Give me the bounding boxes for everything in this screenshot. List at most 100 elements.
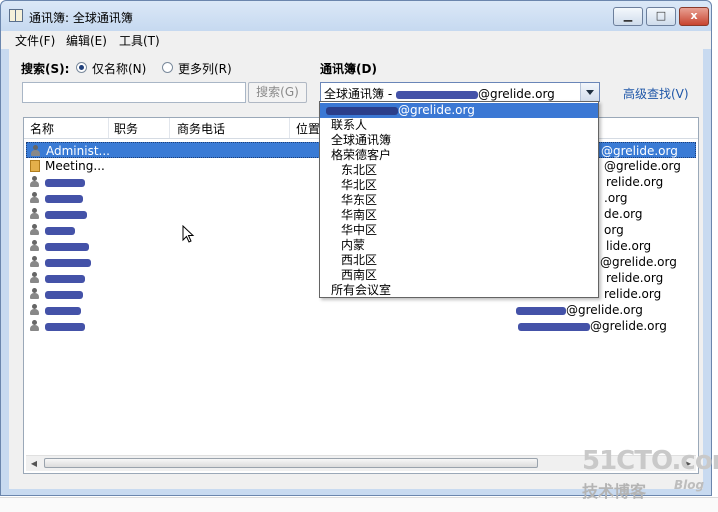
person-icon xyxy=(30,304,39,316)
chevron-down-icon[interactable] xyxy=(580,83,599,101)
dropdown-item-label: 西北区 xyxy=(341,253,378,267)
redacted-mark xyxy=(395,90,478,99)
dropdown-item[interactable]: 东北区 xyxy=(320,163,598,178)
dropdown-item[interactable]: 华北区 xyxy=(320,178,598,193)
person-icon xyxy=(31,145,40,157)
watermark-site: 51CTO.com xyxy=(582,446,718,476)
search-button[interactable]: 搜索(G) xyxy=(248,82,307,103)
radio-name-only-label[interactable]: 仅名称(N) xyxy=(92,60,146,77)
row-name: Administ... xyxy=(46,144,110,158)
search-button-label: 搜索(G) xyxy=(256,85,299,99)
row-email: @grelide.org xyxy=(518,318,667,334)
table-row[interactable]: @grelide.org xyxy=(26,302,696,318)
dropdown-item[interactable]: 西北区 xyxy=(320,253,598,268)
maximize-button[interactable]: □ xyxy=(646,7,676,26)
row-name xyxy=(45,206,87,222)
maximize-icon: □ xyxy=(655,9,667,22)
address-book-select-prefix: 全球通讯簿 - xyxy=(324,87,396,101)
row-email: relide.org xyxy=(604,287,662,301)
close-icon: x xyxy=(690,9,698,22)
person-icon xyxy=(30,256,39,268)
dropdown-item[interactable]: 所有会议室 xyxy=(320,283,598,298)
dropdown-item-label: 全球通讯簿 xyxy=(331,133,392,147)
column-header-title[interactable]: 职务 xyxy=(114,120,138,137)
row-email: relide.org xyxy=(606,175,664,189)
dropdown-item-label: 华北区 xyxy=(341,178,378,192)
dropdown-item[interactable]: 格荣德客户 xyxy=(320,148,598,163)
title-bar[interactable]: 通讯簿: 全球通讯簿 ▁ □ x xyxy=(1,1,711,31)
column-divider[interactable] xyxy=(108,118,109,138)
column-header-name[interactable]: 名称 xyxy=(30,120,54,137)
person-icon xyxy=(30,240,39,252)
address-book-dropdown: @grelide.org 联系人 全球通讯簿 格荣德客户 东北区 华北区 华东区… xyxy=(319,101,599,298)
scrollbar-thumb[interactable] xyxy=(44,458,538,468)
scroll-left-icon[interactable]: ◀ xyxy=(28,458,40,469)
column-divider[interactable] xyxy=(289,118,290,138)
row-email: relide.org xyxy=(606,271,664,285)
address-book-select-domain: @grelide.org xyxy=(477,87,555,101)
dropdown-item-current[interactable]: @grelide.org xyxy=(320,103,598,118)
close-button[interactable]: x xyxy=(679,7,709,26)
row-name xyxy=(45,174,85,190)
address-book-label: 通讯簿(D) xyxy=(320,62,377,76)
search-label: 搜索(S): xyxy=(21,62,70,76)
menu-tools[interactable]: 工具(T) xyxy=(119,32,160,49)
dropdown-item[interactable]: 华中区 xyxy=(320,223,598,238)
dropdown-item-label: 东北区 xyxy=(341,163,378,177)
dropdown-item[interactable]: 西南区 xyxy=(320,268,598,283)
dropdown-item-label: 西南区 xyxy=(341,268,378,282)
row-email: org xyxy=(604,223,624,237)
row-email: de.org xyxy=(604,207,643,221)
dropdown-item-label: 华中区 xyxy=(341,223,378,237)
person-icon xyxy=(30,288,39,300)
advanced-find-link[interactable]: 高级查找(V) xyxy=(623,85,689,102)
dropdown-item[interactable]: 内蒙 xyxy=(320,238,598,253)
dropdown-item-label: 内蒙 xyxy=(341,238,366,252)
dropdown-item-label: 格荣德客户 xyxy=(331,148,392,162)
watermark-sub: 技术博客 xyxy=(582,482,647,501)
menu-file[interactable]: 文件(F) xyxy=(15,32,55,49)
menu-edit[interactable]: 编辑(E) xyxy=(66,32,107,49)
search-input[interactable] xyxy=(22,82,246,103)
row-email: lide.org xyxy=(606,239,652,253)
row-email: @grelide.org xyxy=(516,302,643,318)
dropdown-item-label: @grelide.org xyxy=(398,103,475,117)
dropdown-item-label: 所有会议室 xyxy=(331,283,392,297)
row-name xyxy=(45,254,91,270)
person-icon xyxy=(30,192,39,204)
window-title: 通讯簿: 全球通讯簿 xyxy=(29,11,133,25)
row-name: Meeting... xyxy=(45,159,105,173)
mouse-cursor-icon xyxy=(182,225,195,243)
dropdown-item[interactable]: 全球通讯簿 xyxy=(320,133,598,148)
radio-name-only[interactable] xyxy=(76,62,87,73)
row-email: @grelide.org xyxy=(601,144,678,158)
dropdown-item-label: 华东区 xyxy=(341,193,378,207)
table-row[interactable]: @grelide.org xyxy=(26,318,696,334)
person-icon xyxy=(30,224,39,236)
person-icon xyxy=(30,208,39,220)
dropdown-item-label: 联系人 xyxy=(331,118,368,132)
radio-more-columns[interactable] xyxy=(162,62,173,73)
person-icon xyxy=(30,176,39,188)
row-email: @grelide.org xyxy=(604,159,681,173)
column-divider[interactable] xyxy=(169,118,170,138)
row-name xyxy=(45,302,81,318)
dropdown-item[interactable]: 华南区 xyxy=(320,208,598,223)
row-name xyxy=(45,222,75,238)
row-name xyxy=(45,190,83,206)
column-header-location[interactable]: 位置 xyxy=(296,120,320,137)
row-name xyxy=(45,318,85,334)
row-name xyxy=(45,286,83,302)
dropdown-item[interactable]: 华东区 xyxy=(320,193,598,208)
room-icon xyxy=(30,160,40,172)
dropdown-item-label: 华南区 xyxy=(341,208,378,222)
column-header-phone[interactable]: 商务电话 xyxy=(177,120,225,137)
row-name xyxy=(45,270,85,286)
dropdown-item[interactable]: 联系人 xyxy=(320,118,598,133)
row-name xyxy=(45,238,89,254)
address-book-select-value: 全球通讯簿 - @grelide.org xyxy=(324,85,555,102)
address-book-select[interactable]: 全球通讯簿 - @grelide.org xyxy=(320,82,600,102)
minimize-button[interactable]: ▁ xyxy=(613,7,643,26)
person-icon xyxy=(30,320,39,332)
radio-more-columns-label[interactable]: 更多列(R) xyxy=(178,60,232,77)
